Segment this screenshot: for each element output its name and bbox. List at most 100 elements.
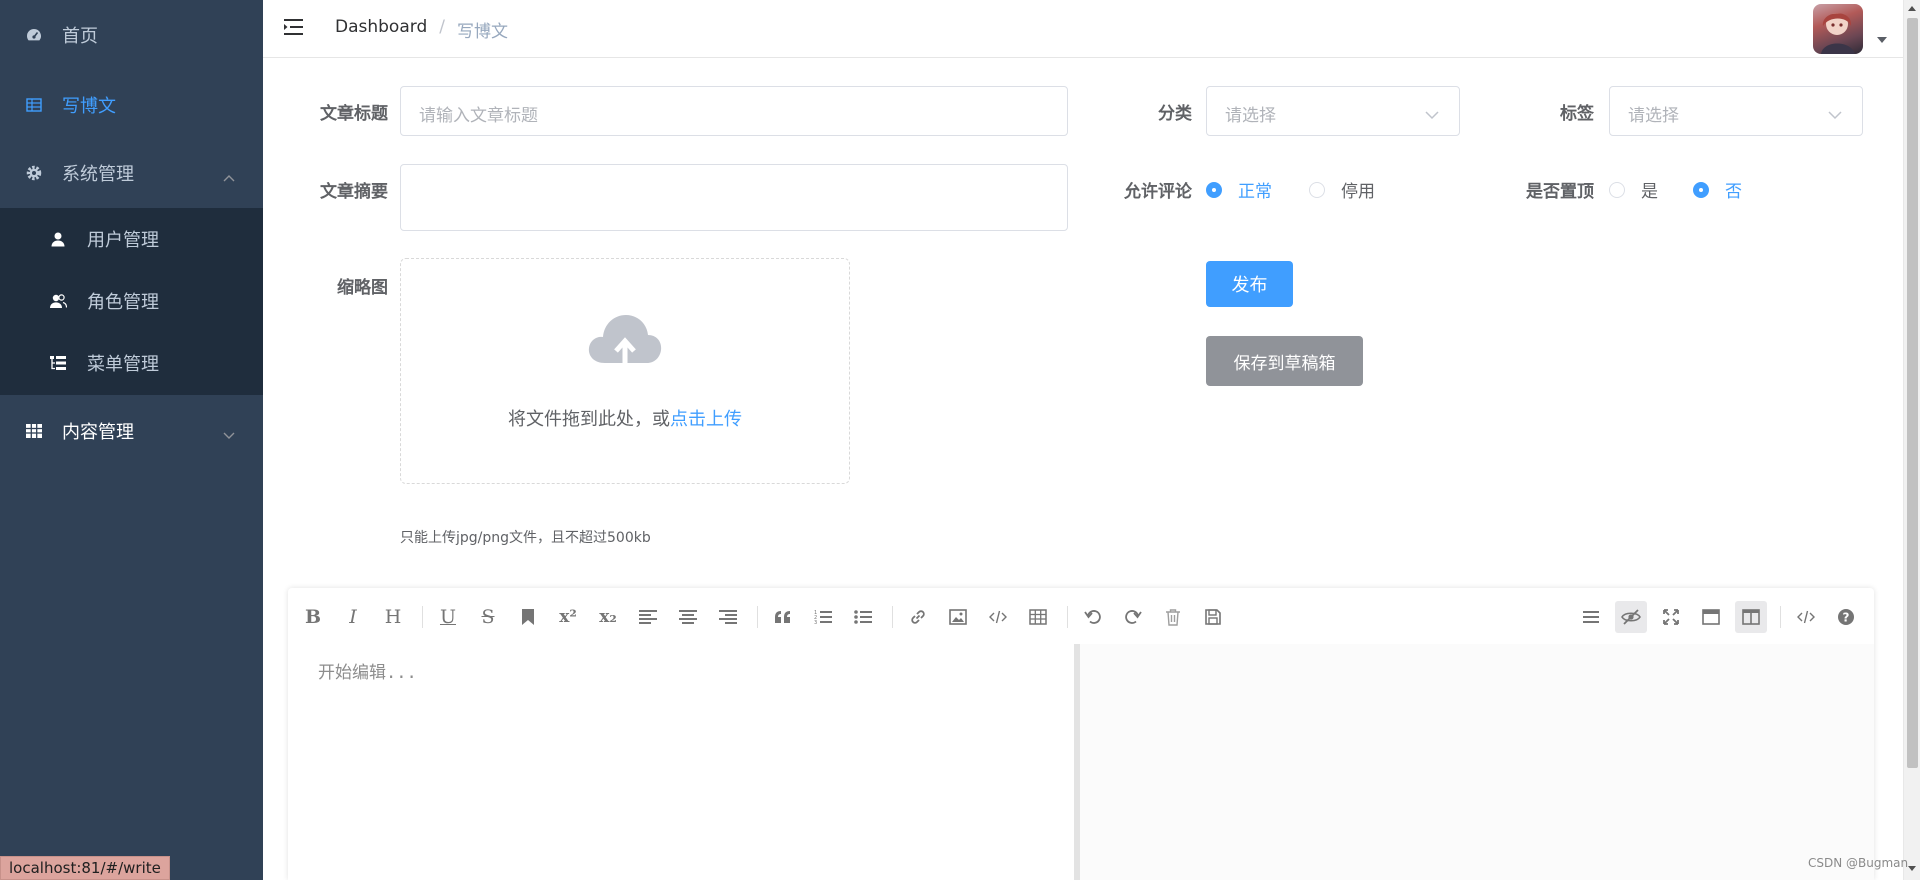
save-draft-button[interactable]: 保存到草稿箱 xyxy=(1206,336,1363,386)
align-center-icon[interactable] xyxy=(672,601,704,633)
tag-select[interactable]: 请选择 xyxy=(1609,86,1863,136)
breadcrumb-item: 写博文 xyxy=(456,22,508,42)
radio-dot xyxy=(1609,181,1625,198)
italic-icon[interactable]: I xyxy=(337,601,369,633)
editor-input-pane[interactable]: 开始编辑... xyxy=(288,644,1074,880)
quote-icon[interactable] xyxy=(767,601,799,633)
title-input[interactable]: 请输入文章标题 xyxy=(400,86,1068,136)
superscript-icon[interactable]: x² xyxy=(552,601,584,633)
ordered-list-icon[interactable]: 123 xyxy=(807,601,839,633)
toolbar-divider xyxy=(757,606,758,628)
summary-textarea[interactable] xyxy=(400,164,1068,231)
subfield-icon[interactable] xyxy=(1735,601,1767,633)
top-label: 是否置顶 xyxy=(1526,182,1594,202)
dashboard-icon xyxy=(24,25,44,45)
sidebar-item-label: 角色管理 xyxy=(87,292,159,313)
chevron-down-icon xyxy=(1828,105,1842,124)
sidebar-item-menus[interactable]: 菜单管理 xyxy=(0,332,263,394)
align-right-icon[interactable] xyxy=(712,601,744,633)
subscript-icon[interactable]: x₂ xyxy=(592,601,624,633)
user-icon xyxy=(48,229,68,249)
category-label: 分类 xyxy=(1158,104,1192,124)
radio-label: 停用 xyxy=(1341,182,1375,202)
sidebar-item-system[interactable]: 系统管理 xyxy=(0,138,263,208)
sidebar-item-label: 内容管理 xyxy=(62,422,134,443)
undo-icon[interactable] xyxy=(1077,601,1109,633)
title-placeholder: 请输入文章标题 xyxy=(419,106,538,126)
svg-text:3: 3 xyxy=(814,620,817,625)
scroll-up-arrow-icon[interactable] xyxy=(1908,6,1916,11)
submenu-system: 用户管理 角色管理 菜单管理 xyxy=(0,208,263,395)
save-icon[interactable] xyxy=(1197,601,1229,633)
radio-dot xyxy=(1206,181,1222,198)
comment-label: 允许评论 xyxy=(1124,182,1192,202)
comment-radio-disabled[interactable]: 停用 xyxy=(1309,177,1375,202)
upload-link[interactable]: 点击上传 xyxy=(670,409,742,430)
sidebar-item-home[interactable]: 首页 xyxy=(0,0,263,70)
top-radio-no[interactable]: 否 xyxy=(1693,177,1742,202)
watermark: CSDN @Bugman xyxy=(1808,856,1909,870)
tag-label: 标签 xyxy=(1560,104,1594,124)
underline-icon[interactable]: U xyxy=(432,601,464,633)
html-code-icon[interactable] xyxy=(1790,601,1822,633)
trash-icon[interactable] xyxy=(1157,601,1189,633)
chevron-up-icon xyxy=(223,166,235,187)
header-icon[interactable]: H xyxy=(377,601,409,633)
scrollbar-thumb[interactable] xyxy=(1907,18,1918,768)
link-icon[interactable] xyxy=(902,601,934,633)
sidebar-item-label: 首页 xyxy=(62,26,98,47)
editor-toolbar: B I H U S x² x₂ 123 ? xyxy=(288,588,1874,644)
fullscreen-icon[interactable] xyxy=(1655,601,1687,633)
upload-text: 将文件拖到此处，或点击上传 xyxy=(401,405,849,431)
sidebar-item-write[interactable]: 写博文 xyxy=(0,70,263,140)
code-icon[interactable] xyxy=(982,601,1014,633)
image-icon[interactable] xyxy=(942,601,974,633)
title-label: 文章标题 xyxy=(320,104,388,124)
markdown-editor: B I H U S x² x₂ 123 ? 开始编辑... xyxy=(288,588,1874,880)
chevron-down-icon xyxy=(223,424,235,445)
table-icon[interactable] xyxy=(1022,601,1054,633)
navbar: Dashboard / 写博文 xyxy=(263,0,1903,58)
sidebar-item-label: 系统管理 xyxy=(62,164,134,185)
thumbnail-label: 缩略图 xyxy=(337,278,388,298)
comment-radio-normal[interactable]: 正常 xyxy=(1206,177,1272,202)
preview-toggle-icon[interactable] xyxy=(1615,601,1647,633)
toolbar-divider xyxy=(1067,606,1068,628)
redo-icon[interactable] xyxy=(1117,601,1149,633)
sidebar-item-content[interactable]: 内容管理 xyxy=(0,396,263,466)
help-icon[interactable]: ? xyxy=(1830,601,1862,633)
mark-icon[interactable] xyxy=(512,601,544,633)
browser-status-url: localhost:81/#/write xyxy=(0,856,170,880)
page-scrollbar[interactable] xyxy=(1903,0,1920,880)
table-icon xyxy=(24,95,44,115)
navigation-icon[interactable] xyxy=(1575,601,1607,633)
grid-icon xyxy=(24,421,44,441)
editor-placeholder: 开始编辑... xyxy=(318,663,417,683)
hamburger-icon[interactable] xyxy=(283,17,305,39)
sidebar-item-roles[interactable]: 角色管理 xyxy=(0,270,263,332)
read-mode-icon[interactable] xyxy=(1695,601,1727,633)
summary-label: 文章摘要 xyxy=(320,182,388,202)
breadcrumb-item[interactable]: Dashboard xyxy=(335,17,427,42)
caret-down-icon[interactable] xyxy=(1877,37,1887,43)
bold-icon[interactable]: B xyxy=(297,601,329,633)
upload-hint: 将文件拖到此处，或 xyxy=(508,409,670,430)
sidebar-item-users[interactable]: 用户管理 xyxy=(0,208,263,270)
upload-cloud-icon xyxy=(587,311,663,373)
avatar[interactable] xyxy=(1813,4,1863,54)
editor-preview-pane xyxy=(1080,644,1874,880)
top-radio-yes[interactable]: 是 xyxy=(1609,177,1658,202)
upload-dragger[interactable]: 将文件拖到此处，或点击上传 xyxy=(400,258,850,484)
sidebar-item-label: 用户管理 xyxy=(87,230,159,251)
toolbar-divider xyxy=(1780,606,1781,628)
publish-button[interactable]: 发布 xyxy=(1206,261,1293,307)
sidebar-item-label: 写博文 xyxy=(62,96,116,117)
strikethrough-icon[interactable]: S xyxy=(472,601,504,633)
sidebar-item-label: 菜单管理 xyxy=(87,354,159,375)
upload-tip: 只能上传jpg/png文件，且不超过500kb xyxy=(400,530,651,546)
toolbar-divider xyxy=(422,606,423,628)
align-left-icon[interactable] xyxy=(632,601,664,633)
unordered-list-icon[interactable] xyxy=(847,601,879,633)
category-select[interactable]: 请选择 xyxy=(1206,86,1460,136)
scroll-down-arrow-icon[interactable] xyxy=(1908,866,1916,871)
